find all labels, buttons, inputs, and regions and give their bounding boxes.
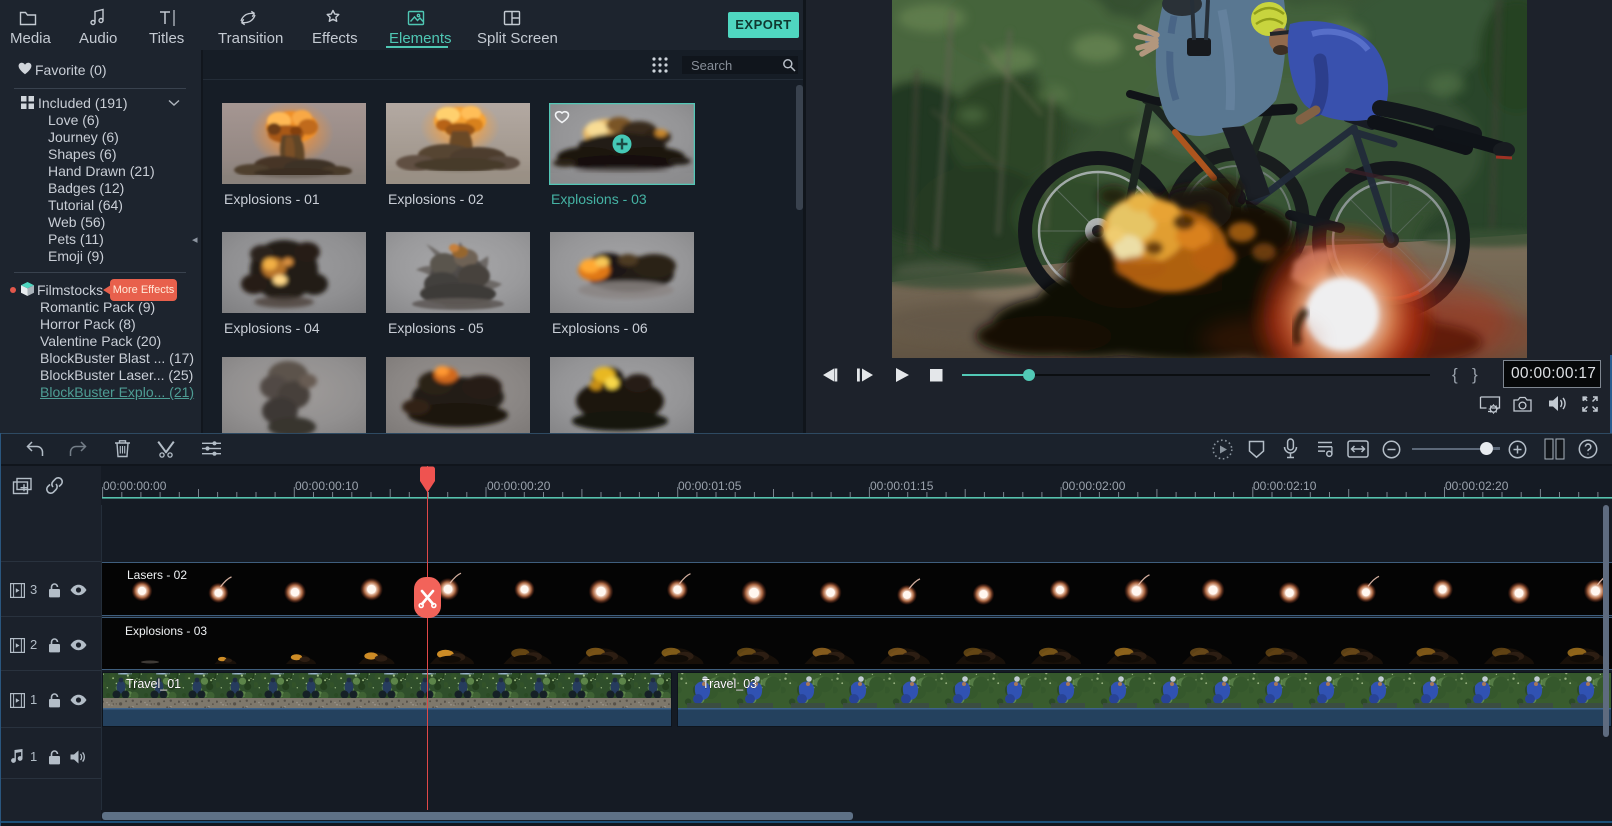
svg-text:Travel_01: Travel_01 (126, 677, 181, 691)
svg-text:Lasers - 02: Lasers - 02 (127, 568, 187, 582)
svg-text:Explosions - 03: Explosions - 03 (125, 624, 207, 638)
svg-text:Travel_03: Travel_03 (702, 677, 757, 691)
